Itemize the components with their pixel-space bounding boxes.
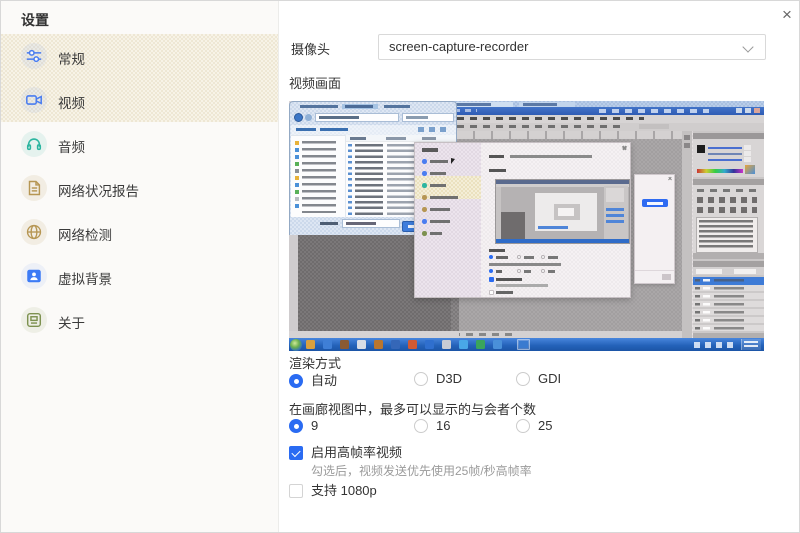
sidebar-item-video[interactable]: 视频 [1, 78, 278, 122]
radio-icon [289, 374, 303, 388]
radio-render-d3d[interactable]: D3D [414, 370, 462, 388]
about-icon [21, 307, 47, 333]
gallery-count-label: 在画廊视图中，最多可以显示的与会者个数 [289, 402, 537, 417]
checkbox-icon [289, 446, 303, 460]
radio-icon [289, 419, 303, 433]
radio-icon [516, 419, 530, 433]
camera-select-value: screen-capture-recorder [389, 39, 529, 54]
radio-icon [414, 372, 428, 386]
video-preview-label: 视频画面 [289, 76, 342, 91]
sidebar-item-general[interactable]: 常规 [1, 34, 278, 78]
globe-icon [21, 219, 47, 245]
close-icon[interactable]: × [775, 3, 799, 27]
preview-small-window [634, 174, 675, 284]
sidebar-item-label: 音频 [58, 140, 85, 155]
preview-cursor [451, 158, 455, 164]
checkbox-1080p[interactable]: 支持 1080p [289, 480, 377, 500]
preview-gradient-bar [697, 169, 743, 173]
high-fps-hint: 勾选后，视频发送优先使用25帧/秒高帧率 [311, 464, 532, 478]
sidebar-item-network-test[interactable]: 网络检测 [1, 210, 278, 254]
preview-ps-menubar [444, 117, 644, 120]
preview-back-button [294, 113, 303, 122]
checkbox-icon [289, 484, 303, 498]
sidebar-item-label: 常规 [58, 52, 85, 67]
sidebar-item-label: 视频 [58, 96, 85, 111]
preview-tray-icons [694, 342, 738, 348]
camera-label: 摄像头 [291, 42, 331, 57]
report-document-icon [21, 175, 47, 201]
preview-ps-panels [682, 131, 764, 339]
settings-dialog: 设置 常规 视频 音频 网络状况报告 网络检测 虚拟背景 关于 × 摄像头 sc… [0, 0, 800, 533]
radio-render-gdi[interactable]: GDI [516, 370, 561, 388]
page-title: 设置 [21, 12, 49, 28]
chevron-down-icon [742, 41, 754, 53]
radio-icon [516, 372, 530, 386]
video-camera-icon [21, 87, 47, 113]
radio-gallery-25[interactable]: 25 [516, 417, 552, 435]
virtual-background-icon [21, 263, 47, 289]
sidebar-item-label: 网络状况报告 [58, 184, 139, 199]
camera-select[interactable]: screen-capture-recorder [378, 34, 766, 60]
video-preview-frame [289, 101, 764, 351]
preview-nested-screenshot [495, 179, 630, 244]
sidebar: 设置 常规 视频 音频 网络状况报告 网络检测 虚拟背景 关于 [1, 1, 279, 532]
radio-render-auto[interactable]: 自动 [289, 370, 337, 390]
checkbox-high-fps[interactable]: 启用高帧率视频 [289, 442, 402, 462]
radio-icon [414, 419, 428, 433]
sidebar-item-label: 网络检测 [58, 228, 112, 243]
preview-ps-doc-tabs [439, 131, 684, 139]
preview-taskbar [289, 338, 764, 351]
preview-start-orb [290, 338, 302, 351]
sidebar-item-label: 关于 [58, 316, 85, 331]
headset-icon [21, 131, 47, 157]
radio-gallery-16[interactable]: 16 [414, 417, 450, 435]
sidebar-item-about[interactable]: 关于 [1, 298, 278, 342]
radio-gallery-9[interactable]: 9 [289, 417, 318, 435]
preview-nested-settings-dialog [414, 142, 631, 298]
sidebar-item-network-report[interactable]: 网络状况报告 [1, 166, 278, 210]
sliders-icon [21, 43, 47, 69]
sidebar-item-virtual-background[interactable]: 虚拟背景 [1, 254, 278, 298]
sidebar-item-audio[interactable]: 音频 [1, 122, 278, 166]
sidebar-item-label: 虚拟背景 [58, 272, 112, 287]
